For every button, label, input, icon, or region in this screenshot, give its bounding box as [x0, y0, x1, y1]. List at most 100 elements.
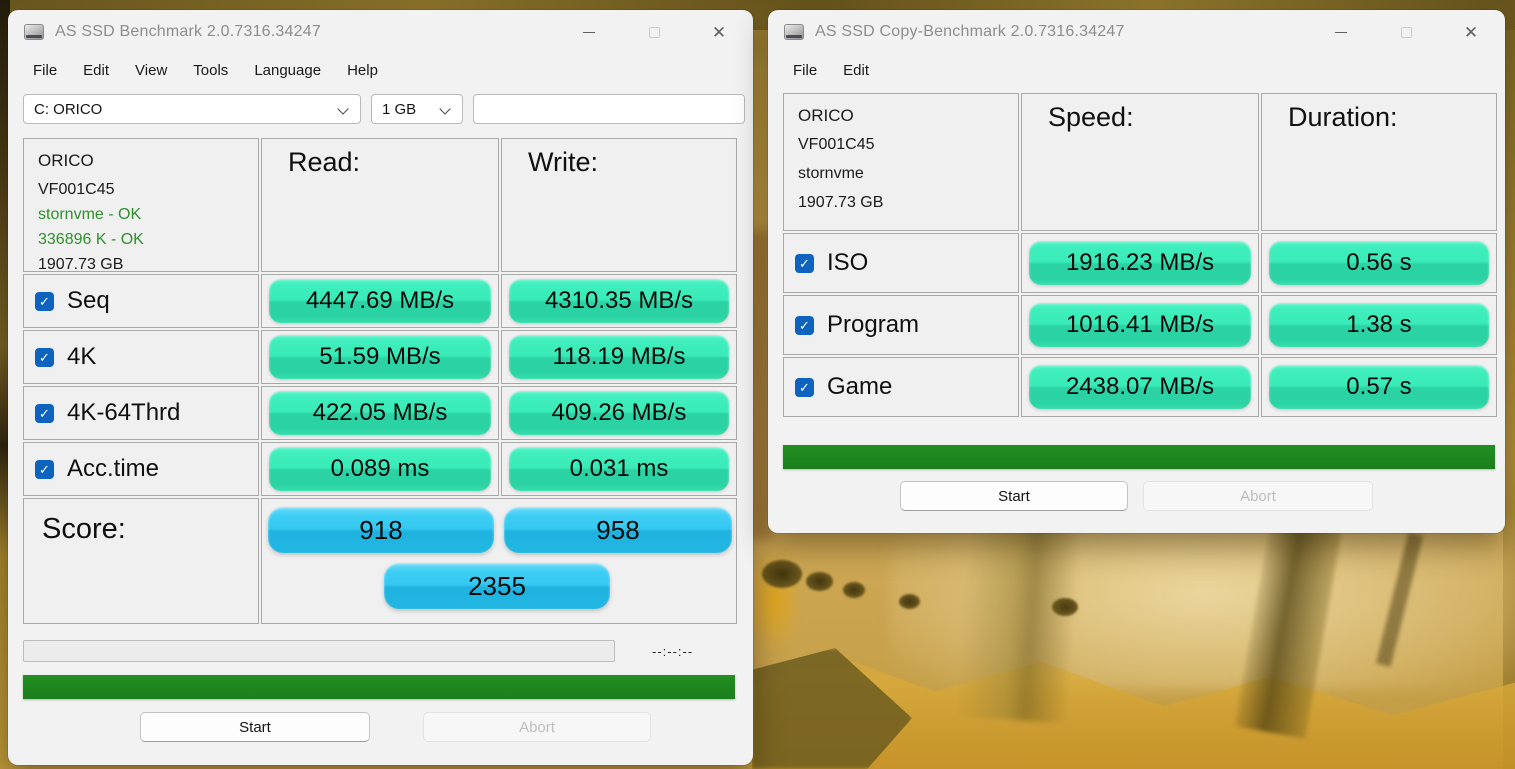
driver-name: stornvme — [798, 165, 864, 182]
maximize-icon — [1400, 26, 1412, 38]
wallpaper-hole — [899, 594, 920, 609]
minimize-button[interactable] — [570, 17, 608, 47]
wallpaper-hole — [806, 572, 833, 591]
speed-column-header: Speed: — [1021, 93, 1259, 231]
menu-bar: File Edit — [768, 54, 1505, 86]
score-write: 958 — [504, 507, 732, 553]
close-button[interactable]: ✕ — [1452, 17, 1490, 47]
iso-duration-cell: 0.56 s — [1261, 233, 1497, 293]
row-acctime: ✓ Acc.time — [23, 442, 259, 496]
title-bar: AS SSD Copy-Benchmark 2.0.7316.34247 ✕ — [768, 10, 1505, 54]
drive-select-value: C: ORICO — [34, 100, 103, 118]
result-value: 0.57 s — [1269, 365, 1489, 409]
chevron-down-icon — [337, 103, 349, 115]
close-icon: ✕ — [1463, 22, 1479, 42]
menu-edit[interactable]: Edit — [70, 62, 122, 79]
program-duration-cell: 1.38 s — [1261, 295, 1497, 355]
score-read: 918 — [268, 507, 494, 553]
menu-file[interactable]: File — [20, 62, 70, 79]
4k64thrd-write-cell: 409.26 MB/s — [501, 386, 737, 440]
acctime-read-cell: 0.089 ms — [261, 442, 499, 496]
row-seq: ✓ Seq — [23, 274, 259, 328]
driver-status: stornvme - OK — [38, 206, 142, 223]
drive-model: ORICO — [38, 151, 94, 170]
maximize-icon — [648, 26, 660, 38]
wallpaper-hole — [762, 560, 802, 588]
menu-tools[interactable]: Tools — [180, 62, 241, 79]
seq-write-cell: 4310.35 MB/s — [501, 274, 737, 328]
close-button[interactable]: ✕ — [700, 17, 738, 47]
read-column-header: Read: — [261, 138, 499, 272]
menu-bar: File Edit View Tools Language Help — [8, 54, 753, 86]
row-game: ✓ Game — [783, 357, 1019, 417]
copy-benchmark-table: ORICO VF001C45 stornvme 1907.73 GB Speed… — [783, 93, 1497, 417]
drive-capacity: 1907.73 GB — [798, 194, 884, 211]
seq-checkbox[interactable]: ✓ — [35, 291, 54, 311]
window-controls: ✕ — [570, 17, 738, 47]
menu-help[interactable]: Help — [334, 62, 391, 79]
iso-speed-cell: 1916.23 MB/s — [1021, 233, 1259, 293]
wallpaper-stone — [752, 652, 1515, 769]
game-duration-cell: 0.57 s — [1261, 357, 1497, 417]
row-4k: ✓ 4K — [23, 330, 259, 384]
4k-checkbox[interactable]: ✓ — [35, 347, 54, 367]
menu-language[interactable]: Language — [241, 62, 334, 79]
benchmark-table: ORICO VF001C45 stornvme - OK 336896 K - … — [23, 138, 737, 624]
drive-select[interactable]: C: ORICO — [23, 94, 361, 124]
wallpaper-hole — [1052, 598, 1078, 616]
app-icon — [24, 24, 44, 40]
row-iso: ✓ ISO — [783, 233, 1019, 293]
overall-progress-bar — [23, 675, 735, 699]
wallpaper-stone — [1234, 519, 1342, 739]
4k64thrd-checkbox[interactable]: ✓ — [35, 403, 54, 423]
result-value: 4447.69 MB/s — [269, 279, 491, 323]
wallpaper-stone — [752, 648, 912, 769]
abort-button[interactable]: Abort — [423, 712, 651, 742]
check-icon: ✓ — [39, 461, 50, 477]
test-size-value: 1 GB — [382, 100, 417, 118]
program-speed-cell: 1016.41 MB/s — [1021, 295, 1259, 355]
drive-info-panel: ORICO VF001C45 stornvme 1907.73 GB — [783, 93, 1019, 231]
minimize-icon — [1335, 31, 1347, 33]
window-controls: ✕ — [1322, 17, 1490, 47]
game-checkbox[interactable]: ✓ — [795, 377, 814, 397]
close-icon: ✕ — [711, 22, 727, 42]
menu-view[interactable]: View — [122, 62, 180, 79]
result-value: 1016.41 MB/s — [1029, 303, 1251, 347]
iso-checkbox[interactable]: ✓ — [795, 253, 814, 273]
chevron-down-icon — [439, 103, 451, 115]
start-button[interactable]: Start — [140, 712, 370, 742]
acctime-checkbox[interactable]: ✓ — [35, 459, 54, 479]
result-value: 2438.07 MB/s — [1029, 365, 1251, 409]
minimize-button[interactable] — [1322, 17, 1360, 47]
write-column-header: Write: — [501, 138, 737, 272]
menu-file[interactable]: File — [780, 62, 830, 79]
result-value: 51.59 MB/s — [269, 335, 491, 379]
4k-write-cell: 118.19 MB/s — [501, 330, 737, 384]
maximize-button[interactable] — [635, 17, 673, 47]
result-value: 409.26 MB/s — [509, 391, 729, 435]
start-button[interactable]: Start — [900, 481, 1128, 511]
result-text-field[interactable] — [473, 94, 745, 124]
seq-read-cell: 4447.69 MB/s — [261, 274, 499, 328]
controls-row: C: ORICO 1 GB — [23, 94, 753, 124]
drive-firmware: VF001C45 — [38, 181, 115, 198]
title-bar: AS SSD Benchmark 2.0.7316.34247 ✕ — [8, 10, 753, 54]
result-value: 422.05 MB/s — [269, 391, 491, 435]
check-icon: ✓ — [799, 317, 810, 333]
app-icon — [784, 24, 804, 40]
maximize-button[interactable] — [1387, 17, 1425, 47]
wallpaper-stone — [748, 550, 800, 650]
result-value: 118.19 MB/s — [509, 335, 729, 379]
result-value: 1.38 s — [1269, 303, 1489, 347]
program-checkbox[interactable]: ✓ — [795, 315, 814, 335]
drive-model: ORICO — [798, 106, 854, 125]
result-value: 0.031 ms — [509, 447, 729, 491]
abort-button[interactable]: Abort — [1143, 481, 1373, 511]
menu-edit[interactable]: Edit — [830, 62, 882, 79]
game-speed-cell: 2438.07 MB/s — [1021, 357, 1259, 417]
drive-firmware: VF001C45 — [798, 136, 875, 153]
test-size-select[interactable]: 1 GB — [371, 94, 463, 124]
drive-info-panel: ORICO VF001C45 stornvme - OK 336896 K - … — [23, 138, 259, 273]
progress-bar — [23, 640, 615, 662]
